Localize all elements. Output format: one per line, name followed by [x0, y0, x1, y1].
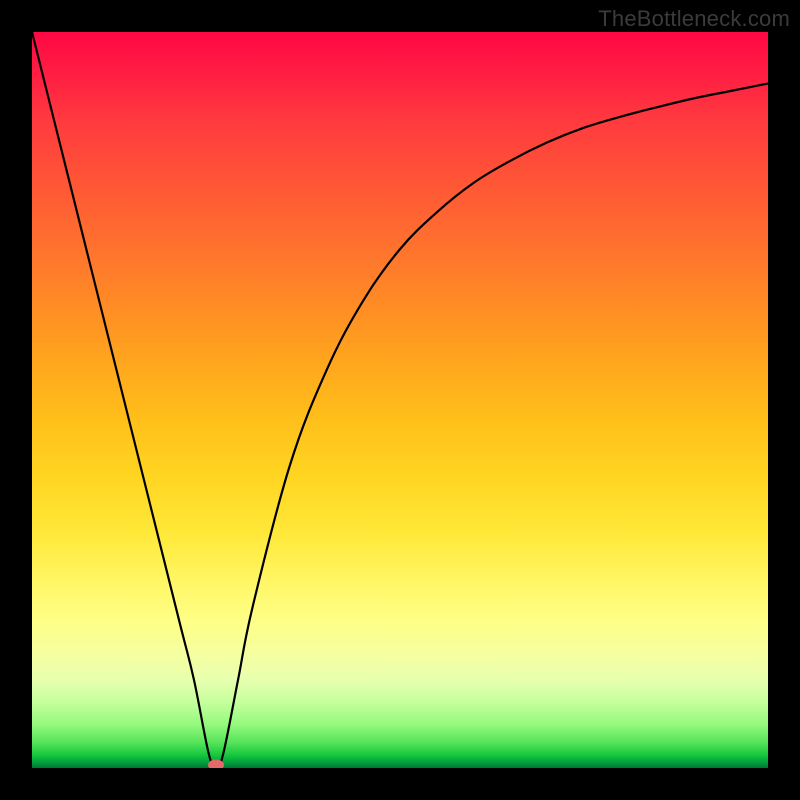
- chart-frame: TheBottleneck.com: [0, 0, 800, 800]
- bottleneck-curve: [32, 32, 768, 768]
- watermark: TheBottleneck.com: [598, 6, 790, 32]
- bottleneck-marker: [208, 760, 224, 769]
- curve-svg: [32, 32, 768, 768]
- plot-area: [32, 32, 768, 768]
